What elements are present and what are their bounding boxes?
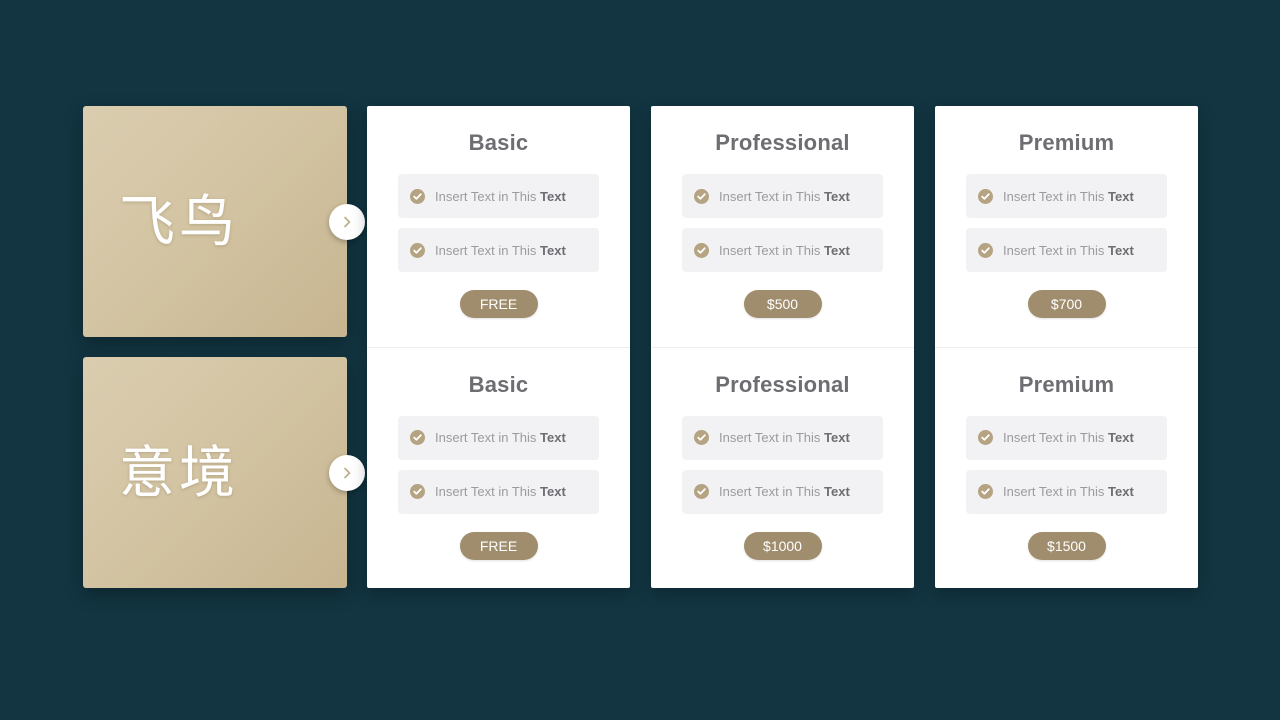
pricing-card: Professional Insert Text in This Text Inse… xyxy=(651,106,914,588)
plan-feature-text: Insert Text in This Text xyxy=(1003,189,1134,204)
pricing-plan: Professional Insert Text in This Text Inse… xyxy=(651,346,914,589)
plan-feature-text: Insert Text in This Text xyxy=(435,189,566,204)
plan-feature-text-emphasis: Text xyxy=(824,242,850,258)
pricing-plan: Premium Insert Text in This Text Insert Te… xyxy=(935,346,1198,589)
plan-feature-text-emphasis: Text xyxy=(540,188,566,204)
pricing-plan: Professional Insert Text in This Text Inse… xyxy=(651,106,914,347)
plan-price-button[interactable]: $500 xyxy=(743,290,822,318)
plan-feature-row: Insert Text in This Text xyxy=(966,228,1167,272)
chevron-right-icon[interactable] xyxy=(329,454,365,491)
check-circle-icon xyxy=(410,188,425,204)
plan-feature-text-emphasis: Text xyxy=(1108,188,1134,204)
pricing-card-list: Basic Insert Text in This Text Insert Text… xyxy=(367,106,1198,588)
plan-feature-text-plain: Insert Text in This xyxy=(1003,430,1109,445)
plan-title: Basic xyxy=(468,371,529,397)
plan-feature-row: Insert Text in This Text xyxy=(682,174,883,218)
check-circle-icon xyxy=(410,242,425,258)
plan-feature-row: Insert Text in This Text xyxy=(966,469,1167,514)
check-circle-icon xyxy=(978,484,993,499)
plan-feature-text-emphasis: Text xyxy=(540,430,566,445)
pricing-plan: Basic Insert Text in This Text Insert Text… xyxy=(367,346,630,589)
plan-feature-row: Insert Text in This Text xyxy=(398,174,599,218)
plan-feature-text-plain: Insert Text in This xyxy=(435,430,541,445)
feature-tile[interactable]: 意境 xyxy=(83,357,365,588)
check-circle-icon xyxy=(694,484,709,499)
plan-feature-row: Insert Text in This Text xyxy=(966,415,1167,460)
plan-feature-text: Insert Text in This Text xyxy=(435,243,566,258)
check-circle-icon xyxy=(694,188,709,204)
plan-title: Premium xyxy=(1018,130,1115,155)
plan-feature-text: Insert Text in This Text xyxy=(719,189,850,204)
plan-feature-text-plain: Insert Text in This xyxy=(719,484,825,499)
slide-canvas: 飞鸟 意境 Basic Insert Text in This Text Inser… xyxy=(0,0,1280,720)
plan-feature-text-emphasis: Text xyxy=(824,484,850,499)
plan-feature-text-plain: Insert Text in This xyxy=(435,188,541,204)
plan-price-button[interactable]: FREE xyxy=(459,531,538,560)
pricing-card: Premium Insert Text in This Text Insert Te… xyxy=(935,106,1198,588)
plan-price-button[interactable]: $1500 xyxy=(1027,531,1106,560)
plan-feature-text: Insert Text in This Text xyxy=(719,484,850,499)
plan-feature-row: Insert Text in This Text xyxy=(682,469,883,514)
plan-feature-text-emphasis: Text xyxy=(1108,484,1134,499)
plan-title: Basic xyxy=(468,130,529,155)
check-circle-icon xyxy=(410,484,425,499)
plan-feature-row: Insert Text in This Text xyxy=(398,469,599,514)
plan-feature-text: Insert Text in This Text xyxy=(435,484,566,499)
pricing-plan: Basic Insert Text in This Text Insert Text… xyxy=(367,106,630,347)
check-circle-icon xyxy=(410,430,425,445)
plan-feature-text: Insert Text in This Text xyxy=(1003,243,1134,258)
feature-tile-list: 飞鸟 意境 xyxy=(83,106,365,608)
plan-feature-text: Insert Text in This Text xyxy=(719,430,850,445)
plan-price-button[interactable]: $700 xyxy=(1027,290,1106,318)
pricing-plan: Premium Insert Text in This Text Insert Te… xyxy=(935,106,1198,347)
plan-feature-row: Insert Text in This Text xyxy=(398,415,599,460)
plan-feature-text-plain: Insert Text in This xyxy=(719,188,825,204)
plan-feature-text-emphasis: Text xyxy=(1108,430,1134,445)
plan-feature-text-emphasis: Text xyxy=(824,188,850,204)
plan-feature-text-plain: Insert Text in This xyxy=(435,484,541,499)
chevron-right-icon[interactable] xyxy=(329,203,365,240)
plan-feature-text-emphasis: Text xyxy=(1108,242,1134,258)
plan-feature-text-plain: Insert Text in This xyxy=(435,242,541,258)
plan-feature-row: Insert Text in This Text xyxy=(682,228,883,272)
check-circle-icon xyxy=(978,188,993,204)
check-circle-icon xyxy=(978,242,993,258)
feature-tile-label: 飞鸟 xyxy=(119,189,239,253)
feature-tile-label: 意境 xyxy=(119,440,239,504)
plan-feature-row: Insert Text in This Text xyxy=(966,174,1167,218)
plan-feature-text-plain: Insert Text in This xyxy=(1003,242,1109,258)
plan-feature-text-plain: Insert Text in This xyxy=(719,242,825,258)
plan-feature-row: Insert Text in This Text xyxy=(682,415,883,460)
plan-feature-row: Insert Text in This Text xyxy=(398,228,599,272)
plan-feature-text-plain: Insert Text in This xyxy=(1003,188,1109,204)
plan-feature-text: Insert Text in This Text xyxy=(1003,484,1134,499)
plan-feature-text-emphasis: Text xyxy=(824,430,850,445)
plan-feature-text: Insert Text in This Text xyxy=(435,430,566,445)
plan-title: Professional xyxy=(715,371,850,397)
plan-title: Professional xyxy=(715,130,850,155)
check-circle-icon xyxy=(978,430,993,445)
plan-feature-text: Insert Text in This Text xyxy=(1003,430,1134,445)
plan-feature-text-plain: Insert Text in This xyxy=(719,430,825,445)
pricing-card: Basic Insert Text in This Text Insert Text… xyxy=(367,106,630,588)
plan-price-button[interactable]: FREE xyxy=(459,290,538,318)
plan-feature-text-emphasis: Text xyxy=(540,242,566,258)
plan-feature-text: Insert Text in This Text xyxy=(719,243,850,258)
plan-feature-text-emphasis: Text xyxy=(540,484,566,499)
plan-price-button[interactable]: $1000 xyxy=(743,531,822,560)
check-circle-icon xyxy=(694,242,709,258)
plan-title: Premium xyxy=(1018,371,1115,397)
check-circle-icon xyxy=(694,430,709,445)
feature-tile[interactable]: 飞鸟 xyxy=(83,106,365,337)
plan-feature-text-plain: Insert Text in This xyxy=(1003,484,1109,499)
